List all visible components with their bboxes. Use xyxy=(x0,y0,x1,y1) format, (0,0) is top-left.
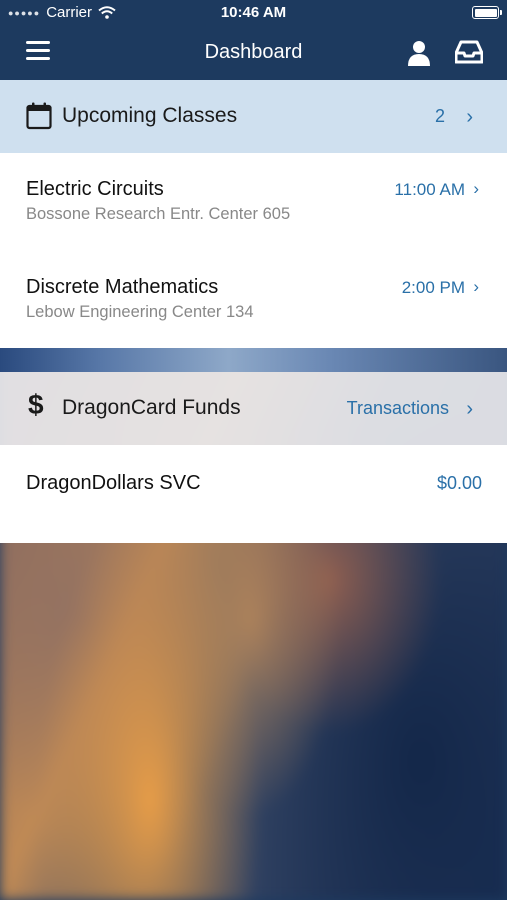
fund-name: DragonDollars SVC xyxy=(26,472,201,494)
inbox-icon[interactable] xyxy=(455,40,483,64)
class-time: 2:00 PM xyxy=(401,278,465,297)
upcoming-classes-header[interactable]: Upcoming Classes 2 › xyxy=(0,80,507,153)
classes-list: Electric Circuits Bossone Research Entr.… xyxy=(0,153,507,348)
background-strip xyxy=(0,348,507,372)
status-bar: ●●●●● Carrier 10:46 AM xyxy=(0,0,507,26)
upcoming-classes-title: Upcoming Classes xyxy=(62,104,238,127)
class-location: Lebow Engineering Center 134 xyxy=(26,303,254,321)
dragoncard-funds-title: DragonCard Funds xyxy=(62,396,241,419)
user-icon[interactable] xyxy=(407,40,431,66)
status-time: 10:46 AM xyxy=(220,4,287,21)
chevron-right-icon: › xyxy=(473,179,479,198)
fund-balance: $0.00 xyxy=(436,473,482,493)
dollar-icon: $ xyxy=(28,389,44,420)
class-time: 11:00 AM xyxy=(394,180,465,199)
class-row[interactable]: Electric Circuits Bossone Research Entr.… xyxy=(0,153,507,250)
class-location: Bossone Research Entr. Center 605 xyxy=(26,205,291,223)
transactions-link[interactable]: Transactions xyxy=(347,398,449,419)
chevron-right-icon: › xyxy=(473,277,479,296)
chevron-right-icon[interactable]: › xyxy=(466,398,473,421)
fund-row[interactable]: DragonDollars SVC $0.00 xyxy=(0,445,507,542)
battery-icon xyxy=(472,6,502,19)
calendar-icon xyxy=(26,102,52,130)
class-row[interactable]: Discrete Mathematics Lebow Engineering C… xyxy=(0,250,507,347)
funds-list: DragonDollars SVC $0.00 xyxy=(0,445,507,543)
upcoming-classes-count[interactable]: 2 xyxy=(435,106,445,127)
class-name: Electric Circuits xyxy=(26,178,164,200)
dragoncard-funds-header[interactable]: $ DragonCard Funds Transactions › xyxy=(0,372,507,445)
class-name: Discrete Mathematics xyxy=(26,276,219,298)
chevron-right-icon[interactable]: › xyxy=(466,106,473,129)
nav-bar: Dashboard xyxy=(0,26,507,80)
